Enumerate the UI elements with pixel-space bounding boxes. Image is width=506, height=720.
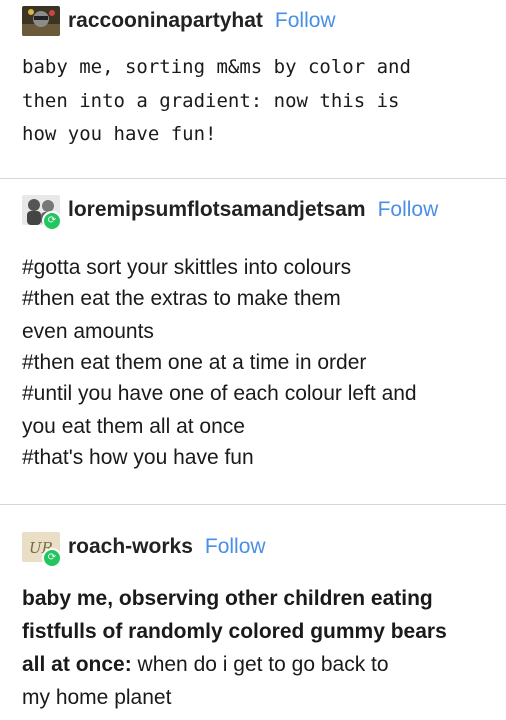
tag-line[interactable]: #gotta sort your skittles into colours <box>22 256 351 280</box>
post-text-line: how you have fun! <box>22 123 216 145</box>
post-text-line: baby me, sorting m&ms by color and <box>22 56 411 78</box>
follow-button[interactable]: Follow <box>205 535 266 559</box>
tag-line[interactable]: #until you have one of each colour left … <box>22 382 417 406</box>
tag-line[interactable]: #then eat the extras to make them <box>22 287 341 311</box>
post-loremipsumflotsamandjetsam: ⟳ loremipsumflotsamandjetsam Follow #got… <box>0 179 506 504</box>
follow-button[interactable]: Follow <box>275 9 336 33</box>
line-bold: baby me, observing other children eating <box>22 587 433 610</box>
post-text-line: all at once: when do i get to go back to <box>22 653 389 677</box>
username[interactable]: raccooninapartyhat <box>68 9 263 33</box>
line-bold: all at once: <box>22 653 132 676</box>
reblog-icon: ⟳ <box>42 211 62 231</box>
tag-line[interactable]: #then eat them one at a time in order <box>22 351 366 375</box>
tag-line: you eat them all at once <box>22 415 245 438</box>
post-header: UR ⟳ roach-works Follow <box>22 532 266 568</box>
post-raccooninapartyhat: raccooninapartyhat Follow baby me, sorti… <box>0 0 506 178</box>
post-roach-works: UR ⟳ roach-works Follow baby me, observi… <box>0 505 506 720</box>
tag-line: even amounts <box>22 320 154 343</box>
logo-avatar-icon[interactable]: UR ⟳ <box>22 532 62 568</box>
line-regular: how you have fun! <box>22 123 217 145</box>
username[interactable]: loremipsumflotsamandjetsam <box>68 198 366 222</box>
line-regular: my home planet <box>22 686 172 709</box>
post-text-line: fistfulls of randomly colored gummy bear… <box>22 620 447 644</box>
raccoon-avatar-icon[interactable] <box>22 6 60 36</box>
post-header: raccooninapartyhat Follow <box>22 6 336 36</box>
people-avatar-icon[interactable]: ⟳ <box>22 195 62 231</box>
line-bold: then into a gradient: <box>22 90 263 112</box>
reblog-icon: ⟳ <box>42 548 62 568</box>
username[interactable]: roach-works <box>68 535 193 559</box>
line-regular: now this is <box>262 90 400 112</box>
post-text-line: baby me, observing other children eating <box>22 587 433 611</box>
post-header: ⟳ loremipsumflotsamandjetsam Follow <box>22 195 439 231</box>
post-text-line: my home planet <box>22 686 171 710</box>
line-bold: baby me, sorting m&ms by color and <box>22 56 411 78</box>
line-bold: fistfulls of randomly colored gummy bear… <box>22 620 447 643</box>
tag-line[interactable]: #that's how you have fun <box>22 446 254 470</box>
post-text-line: then into a gradient: now this is <box>22 90 400 112</box>
line-regular: when do i get to go back to <box>131 653 389 676</box>
follow-button[interactable]: Follow <box>378 198 439 222</box>
